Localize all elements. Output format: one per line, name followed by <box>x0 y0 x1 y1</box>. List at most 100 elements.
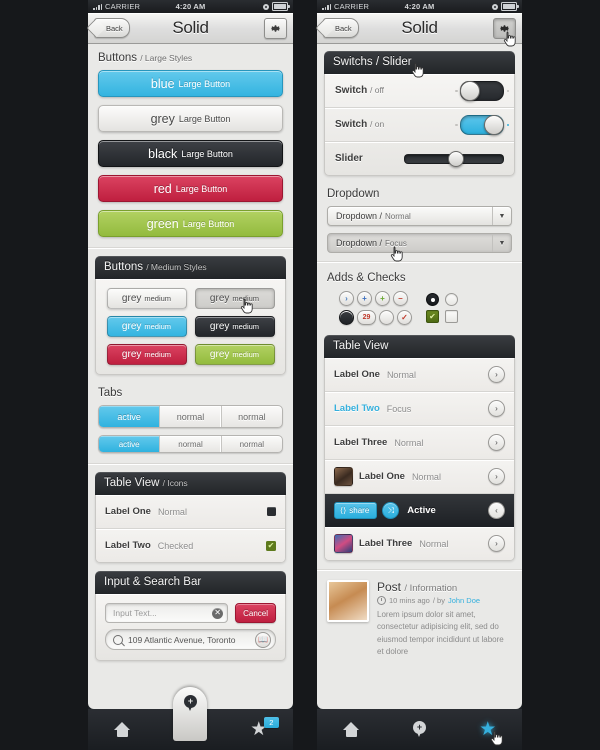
count-badge-button[interactable]: 29 <box>357 310 376 325</box>
medium-button-name: grey <box>209 321 230 332</box>
tab-bar-item-star[interactable]: ★ 2 <box>248 716 279 741</box>
dropdown-normal[interactable]: Dropdown / Normal ▼ <box>327 206 512 226</box>
large-button-name: black <box>148 146 178 161</box>
slider-label: Slider <box>335 153 363 164</box>
table-row[interactable]: Label Two Focus › <box>325 62 514 426</box>
chevron-left-icon[interactable]: ‹ <box>488 502 505 519</box>
tab-normal-2[interactable]: normal <box>222 406 282 427</box>
share-button[interactable]: ⟨⟩ share <box>334 502 378 519</box>
status-bar-left: CARRIER <box>322 2 405 11</box>
toggle-switch-off[interactable] <box>455 80 509 101</box>
chevron-right-icon[interactable]: › <box>488 366 505 383</box>
row-status: Checked <box>157 540 194 551</box>
tab-active[interactable]: active <box>99 406 161 427</box>
chevron-right-icon[interactable]: › <box>488 468 505 485</box>
tab-bar-item-home[interactable] <box>340 719 362 741</box>
table-row[interactable]: Label One Normal › <box>325 358 514 392</box>
slider-knob[interactable] <box>448 150 464 167</box>
large-button-red[interactable]: red Large Button <box>98 175 283 202</box>
section-buttons-large: Buttons / Large Styles blue Large Button… <box>88 44 293 247</box>
chevron-right-icon[interactable]: › <box>488 400 505 417</box>
check-red-circle-button[interactable]: ✓ <box>397 310 412 325</box>
tab-normal-1[interactable]: normal <box>160 406 222 427</box>
contacts-book-icon[interactable]: 📖 <box>255 631 271 648</box>
text-input-field[interactable]: Input Text... ✕ <box>105 603 229 623</box>
table-row[interactable]: Label Two Checked ✔ <box>96 529 285 562</box>
medium-button-label: medium <box>232 350 260 359</box>
checkbox-checked[interactable]: ✔ <box>426 310 439 323</box>
empty-circle-button[interactable] <box>379 310 394 325</box>
post-author-link[interactable]: John Doe <box>448 596 480 605</box>
tab-bar-item-pin[interactable] <box>173 686 208 741</box>
large-button-green[interactable]: green Large Button <box>98 210 283 237</box>
slider-control[interactable] <box>404 150 504 167</box>
plus-blue-circle-button[interactable]: + <box>357 291 372 306</box>
switch-state-text: / on <box>370 119 385 129</box>
medium-button-green[interactable]: grey medium <box>194 344 275 365</box>
row-accessory: › <box>488 535 505 552</box>
radio-unselected[interactable] <box>445 293 458 306</box>
table-row[interactable]: Label One Normal › <box>325 460 514 494</box>
settings-gear-button[interactable] <box>493 17 516 46</box>
toggle-knob[interactable] <box>460 80 480 101</box>
clear-circle-icon[interactable]: ✕ <box>212 607 224 619</box>
chevron-right-icon[interactable]: › <box>488 434 505 451</box>
dropdown-label: Dropdown / <box>336 211 383 221</box>
toggle-knob[interactable] <box>484 114 504 135</box>
tab-normal-1[interactable]: normal <box>160 436 222 452</box>
slider-row: Slider <box>325 142 514 175</box>
adds-group: › + + – 29 ✓ <box>339 291 412 325</box>
medium-button-black[interactable]: grey medium <box>194 316 275 337</box>
large-button-label: Large Button <box>178 113 231 124</box>
cancel-button[interactable]: Cancel <box>235 603 276 623</box>
back-button[interactable]: Back <box>94 18 130 38</box>
table-row[interactable]: Label One Normal <box>96 495 285 529</box>
table-row[interactable]: Label Three Normal › <box>325 426 514 460</box>
settings-gear-button[interactable] <box>264 17 287 39</box>
section-title-text: Buttons <box>98 52 137 64</box>
gear-icon <box>270 24 281 32</box>
tab-bar-item-star[interactable]: ★ <box>477 719 503 745</box>
back-button-label: Back <box>335 23 352 33</box>
row-label: Label Two <box>105 540 151 551</box>
tab-row-small: active normal normal <box>98 435 283 453</box>
row-accessory: ‹ <box>488 502 505 519</box>
medium-button-name: grey <box>209 293 230 304</box>
carrier-label: CARRIER <box>105 2 141 11</box>
medium-button-red[interactable]: grey medium <box>106 344 187 365</box>
large-button-grey[interactable]: grey Large Button <box>98 105 283 132</box>
search-input-field[interactable]: 109 Atlantic Avenue, Toronto 📖 <box>105 629 276 650</box>
tab-bar-item-pin[interactable] <box>408 719 430 741</box>
lock-rotation-icon <box>263 3 270 10</box>
dropdown-focus[interactable]: Dropdown / Focus ▼ <box>327 233 512 262</box>
chevron-down-icon[interactable]: ▼ <box>492 234 511 252</box>
tab-bar-item-home[interactable] <box>111 719 133 741</box>
section-dropdown: Dropdown Dropdown / Normal ▼ Dropdown / … <box>317 184 522 262</box>
chevron-right-icon[interactable]: › <box>488 535 505 552</box>
avatar <box>334 467 353 486</box>
medium-button-blue[interactable]: grey medium <box>106 316 187 337</box>
large-button-black[interactable]: black Large Button <box>98 140 283 167</box>
chevron-down-icon[interactable]: ▼ <box>492 207 511 225</box>
table-row-active[interactable]: ⟨⟩ share ⤨ Active ‹ <box>325 494 514 527</box>
chevron-circle-button[interactable]: › <box>339 291 354 306</box>
dropdown-value: Normal <box>385 211 411 221</box>
medium-button-grey-pressed[interactable]: grey medium <box>194 288 275 314</box>
large-button-blue[interactable]: blue Large Button <box>98 70 283 97</box>
pin-raised-button[interactable] <box>173 686 208 741</box>
shuffle-circle-button[interactable]: ⤨ <box>382 502 400 519</box>
tab-normal-2[interactable]: normal <box>222 436 282 452</box>
toggle-switch-on[interactable] <box>455 114 509 135</box>
dropdown-list: Dropdown / Normal ▼ Dropdown / Focus ▼ <box>317 206 522 262</box>
plus-green-circle-button[interactable]: + <box>375 291 390 306</box>
row-accessory: › <box>488 400 505 417</box>
back-button[interactable]: Back <box>323 18 359 38</box>
table-row[interactable]: Label Three Normal › <box>325 527 514 560</box>
toggle-dot-left <box>455 123 458 126</box>
radio-selected[interactable] <box>426 293 439 306</box>
tab-active[interactable]: active <box>99 436 161 452</box>
minus-red-circle-button[interactable]: – <box>393 291 408 306</box>
solid-dark-circle-button[interactable] <box>339 310 354 325</box>
checkbox-unchecked[interactable] <box>445 310 458 323</box>
medium-button-grey-normal[interactable]: grey medium <box>106 288 187 309</box>
